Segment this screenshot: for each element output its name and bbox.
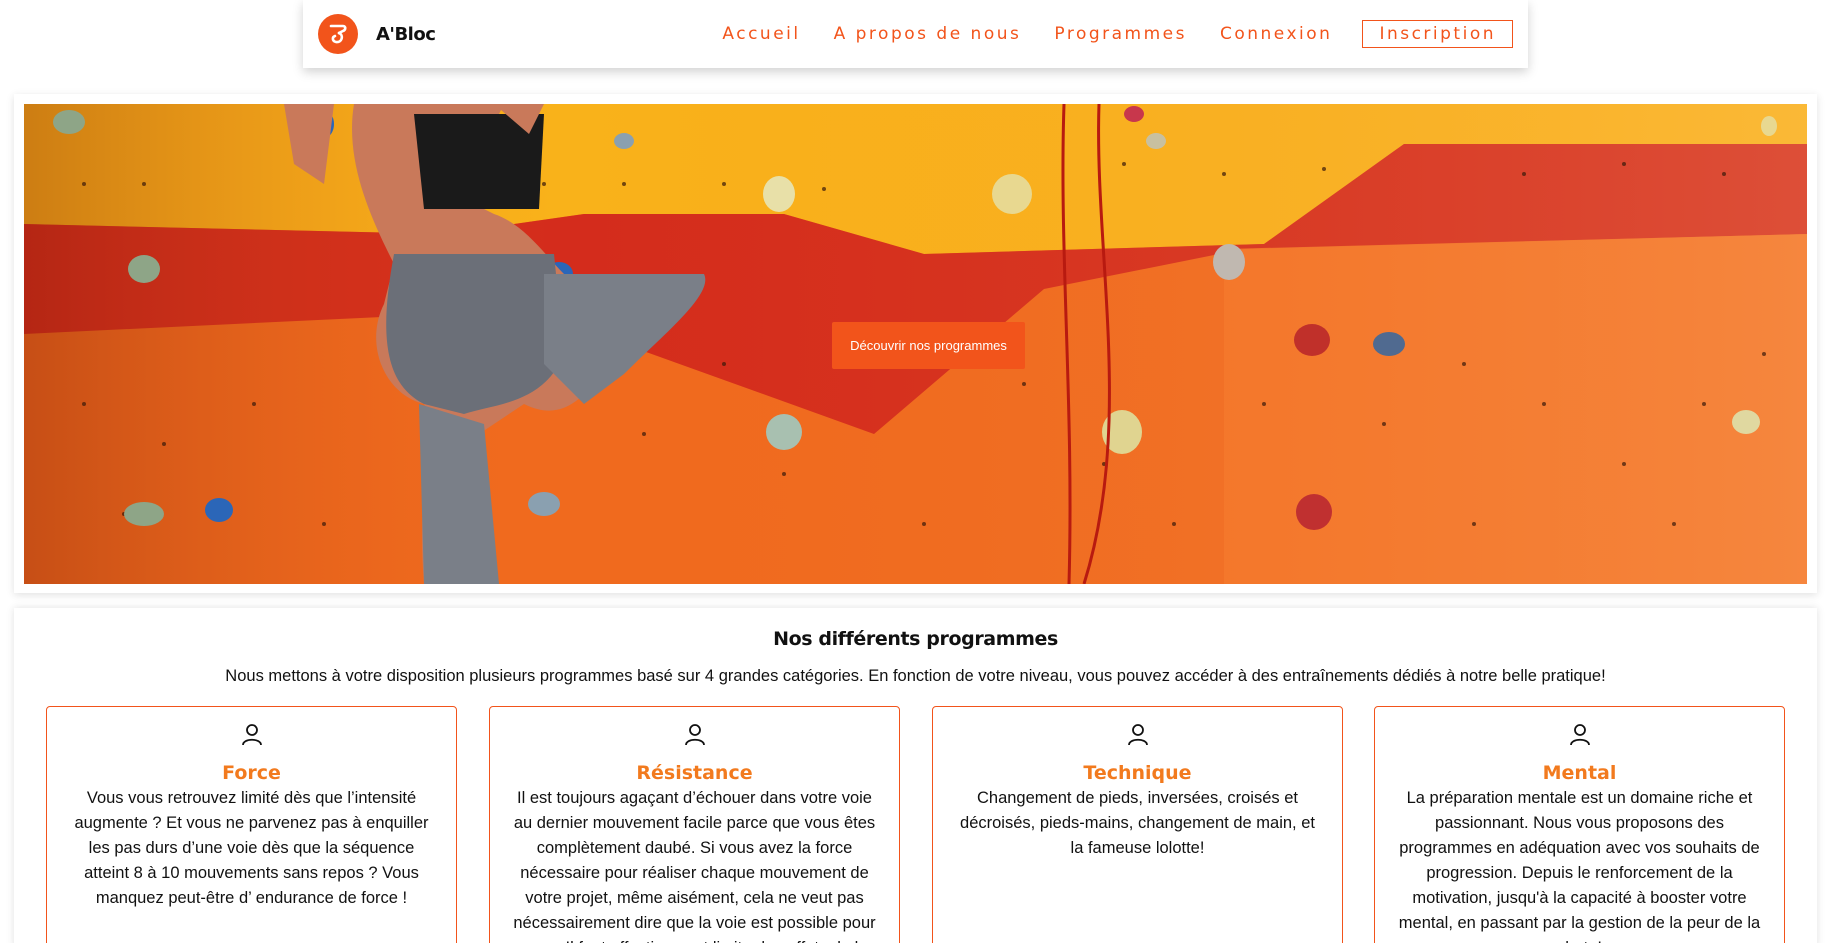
signup-button[interactable]: Inscription xyxy=(1362,20,1513,48)
program-card-text: Vous vous retrouvez limité dès que l’int… xyxy=(74,789,429,907)
logo[interactable]: A'Bloc xyxy=(318,14,436,54)
user-icon xyxy=(1569,724,1590,746)
program-card-text: Changement de pieds, inversées, croisés … xyxy=(960,789,1315,857)
nav-link-accueil[interactable]: Accueil xyxy=(722,24,800,44)
program-card-title: Résistance xyxy=(636,762,753,784)
hero-frame: Découvrir nos programmes xyxy=(14,94,1817,593)
program-card-text: Il est toujours agaçant d’échouer dans v… xyxy=(513,789,876,943)
user-icon xyxy=(1127,724,1148,746)
discover-programs-button[interactable]: Découvrir nos programmes xyxy=(832,322,1025,369)
program-card-text: La préparation mentale est un domaine ri… xyxy=(1398,789,1761,943)
nav-link-programmes[interactable]: Programmes xyxy=(1054,24,1187,44)
user-icon xyxy=(241,724,262,746)
hero-image: Découvrir nos programmes xyxy=(24,104,1807,584)
program-card-force[interactable]: Force Vous vous retrouvez limité dès que… xyxy=(46,706,457,943)
program-card-title: Technique xyxy=(1083,762,1192,784)
nav-link-a-propos[interactable]: A propos de nous xyxy=(834,24,1022,44)
program-card-title: Force xyxy=(222,762,281,784)
program-card-mental[interactable]: Mental La préparation mentale est un dom… xyxy=(1374,706,1785,943)
nav-link-connexion[interactable]: Connexion xyxy=(1220,24,1332,44)
program-card-title: Mental xyxy=(1542,762,1617,784)
logo-icon xyxy=(318,14,358,54)
program-card-resistance[interactable]: Résistance Il est toujours agaçant d’éch… xyxy=(489,706,900,943)
user-icon xyxy=(684,724,705,746)
programs-section: Nos différents programmes Nous mettons à… xyxy=(14,608,1817,943)
programs-intro: Nous mettons à votre disposition plusieu… xyxy=(225,667,1606,685)
main-nav: Accueil A propos de nous Programmes Conn… xyxy=(689,20,1513,48)
programs-title: Nos différents programmes xyxy=(773,628,1058,650)
site-header: A'Bloc Accueil A propos de nous Programm… xyxy=(303,0,1528,68)
brand-name: A'Bloc xyxy=(376,23,436,45)
program-card-technique[interactable]: Technique Changement de pieds, inversées… xyxy=(932,706,1343,943)
